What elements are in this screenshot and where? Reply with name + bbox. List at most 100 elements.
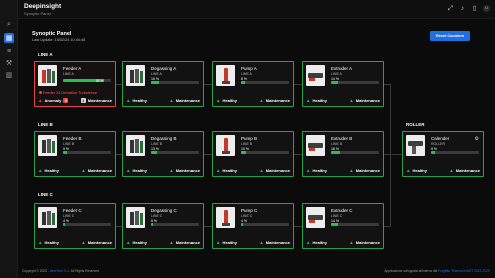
last-update: Last Update: 15/02/24 10:44:48 <box>32 38 86 42</box>
anomaly-status[interactable]: ▲ Anomaly 3 <box>38 98 69 103</box>
card-extruder-c[interactable]: Extruder C LINE C 14 % ▲ Healthy ▲ Mainten… <box>302 203 384 249</box>
card-feeder-a[interactable]: Feeder A LINE A 85 % Feeder 24 Deviation… <box>34 61 116 107</box>
card-name: Degassing A <box>151 66 177 71</box>
maintenance-status[interactable]: 1 Maintenance <box>80 98 112 103</box>
card-line: LINE C <box>151 214 163 218</box>
degassing-image <box>126 65 145 86</box>
connector <box>204 154 212 155</box>
maintenance-status[interactable]: ▲ Maintenance <box>349 168 380 173</box>
healthy-status[interactable]: ▲ Healthy <box>216 98 237 103</box>
card-name: Calender <box>431 136 450 141</box>
card-feeder-b[interactable]: Feeder B LINE B 9 % ▲ Healthy ▲ Maintenanc… <box>34 131 116 177</box>
card-line: LINE C <box>241 214 253 218</box>
card-calender[interactable]: Calender ROLLER 9 % ⚙ ▲ Healthy ▲ Maintena… <box>402 131 484 177</box>
maintenance-status[interactable]: ▲ Maintenance <box>81 240 112 245</box>
progress-bar <box>151 81 199 84</box>
card-degassing-c[interactable]: Degassing C LINE C 5 % ▲ Healthy ▲ Mainten… <box>122 203 204 249</box>
maintenance-status[interactable]: ▲ Maintenance <box>169 168 200 173</box>
maintenance-status[interactable]: ▲ Maintenance <box>349 98 380 103</box>
progress-bar <box>331 223 379 226</box>
footer-project: Applicazione sviluppata all'interno del … <box>384 269 490 273</box>
card-line: LINE B <box>63 142 75 146</box>
grid-icon[interactable]: ▦ <box>4 33 14 43</box>
maintenance-status[interactable]: ▲ Maintenance <box>259 168 290 173</box>
healthy-status[interactable]: ▲ Healthy <box>38 168 59 173</box>
healthy-icon: ▲ <box>126 240 131 245</box>
healthy-status[interactable]: ▲ Healthy <box>126 240 147 245</box>
card-name: Pump B <box>241 136 258 141</box>
progress-bar <box>331 151 379 154</box>
maintenance-status[interactable]: ▲ Maintenance <box>349 240 380 245</box>
search-icon[interactable]: ⌕ <box>4 20 14 30</box>
settings-icon[interactable]: ⚙ <box>475 136 479 142</box>
healthy-status[interactable]: ▲ Healthy <box>216 168 237 173</box>
top-header: Deepinsight Synoptic Panel ⤢ ♪ ▯ U <box>18 0 495 19</box>
card-name: Feeder A <box>63 66 82 71</box>
footer-copyright: Copyright © 2025 - NewTech S.r.l. All Ri… <box>22 269 99 273</box>
healthy-icon: ▲ <box>306 98 311 103</box>
healthy-status[interactable]: ▲ Healthy <box>306 240 327 245</box>
maintenance-status[interactable]: ▲ Maintenance <box>259 240 290 245</box>
connector <box>204 226 212 227</box>
healthy-status[interactable]: ▲ Healthy <box>38 240 59 245</box>
anomaly-count: 3 <box>63 98 69 103</box>
card-pump-c[interactable]: Pump C LINE C 4 % ▲ Healthy ▲ Maintenance <box>212 203 294 249</box>
feeder-image <box>38 135 57 156</box>
healthy-status[interactable]: ▲ Healthy <box>126 98 147 103</box>
connector <box>294 84 302 85</box>
healthy-icon: ▲ <box>306 168 311 173</box>
maintenance-icon: ▲ <box>259 168 264 173</box>
pump-image <box>216 207 235 228</box>
maintenance-status[interactable]: ▲ Maintenance <box>449 168 480 173</box>
card-line: LINE A <box>151 72 162 76</box>
feeder-image <box>38 65 57 86</box>
card-pump-a[interactable]: Pump A LINE A 8 % ▲ Healthy ▲ Maintenance <box>212 61 294 107</box>
card-feeder-c[interactable]: Feeder C LINE C 4 % ▲ Healthy ▲ Maintenanc… <box>34 203 116 249</box>
chart-icon[interactable]: ▥ <box>4 70 14 80</box>
pump-image <box>216 65 235 86</box>
maintenance-icon: ▲ <box>259 98 264 103</box>
bookmark-icon[interactable]: ▯ <box>471 5 478 12</box>
card-line: LINE C <box>331 214 343 218</box>
maintenance-status[interactable]: ▲ Maintenance <box>259 98 290 103</box>
healthy-status[interactable]: ▲ Healthy <box>306 98 327 103</box>
healthy-status[interactable]: ▲ Healthy <box>406 168 427 173</box>
user-avatar[interactable]: U <box>483 5 490 12</box>
healthy-status[interactable]: ▲ Healthy <box>306 168 327 173</box>
expand-icon[interactable]: ⤢ <box>447 5 454 12</box>
card-extruder-b[interactable]: Extruder B LINE B 18 % ▲ Healthy ▲ Mainten… <box>302 131 384 177</box>
healthy-icon: ▲ <box>216 98 221 103</box>
card-extruder-a[interactable]: Extruder A LINE A 14 % ▲ Healthy ▲ Mainten… <box>302 61 384 107</box>
card-name: Degassing B <box>151 136 177 141</box>
maintenance-status[interactable]: ▲ Maintenance <box>169 98 200 103</box>
list-icon[interactable]: ≡ <box>4 46 14 56</box>
card-line: ROLLER <box>431 142 446 146</box>
extruder-image <box>306 65 325 86</box>
maintenance-icon: ▲ <box>169 98 174 103</box>
card-degassing-b[interactable]: Degassing B LINE B 13 % ▲ Healthy ▲ Mainte… <box>122 131 204 177</box>
bell-icon[interactable]: ♪ <box>459 5 466 12</box>
progress-bar <box>241 81 289 84</box>
card-degassing-a[interactable]: Degassing A LINE A 16 % ▲ Healthy ▲ Mainte… <box>122 61 204 107</box>
degassing-image <box>126 207 145 228</box>
healthy-icon: ▲ <box>38 168 43 173</box>
tools-icon[interactable]: ⚒ <box>4 58 14 68</box>
progress-bar <box>151 223 199 226</box>
maintenance-status[interactable]: ▲ Maintenance <box>81 168 112 173</box>
project-link[interactable]: Progetto 'Ricerca INNOT 2022-2023' <box>438 269 490 273</box>
alarm-message: Feeder 24 Deviation Turbulence <box>39 91 97 95</box>
maintenance-icon: ▲ <box>169 240 174 245</box>
company-link[interactable]: NewTech S.r.l. <box>50 269 70 273</box>
maintenance-icon: ▲ <box>349 168 354 173</box>
card-pump-b[interactable]: Pump B LINE B 10 % ▲ Healthy ▲ Maintenance <box>212 131 294 177</box>
healthy-icon: ▲ <box>126 168 131 173</box>
healthy-status[interactable]: ▲ Healthy <box>126 168 147 173</box>
progress-bar <box>241 151 289 154</box>
healthy-status[interactable]: ▲ Healthy <box>216 240 237 245</box>
reset-counters-button[interactable]: Reset Counters <box>430 31 470 41</box>
maintenance-status[interactable]: ▲ Maintenance <box>169 240 200 245</box>
left-rail: ⌕ ▦ ≡ ⚒ ▥ <box>0 0 18 278</box>
progress-bar <box>63 223 111 226</box>
maintenance-icon: ▲ <box>259 240 264 245</box>
card-name: Extruder B <box>331 136 353 141</box>
